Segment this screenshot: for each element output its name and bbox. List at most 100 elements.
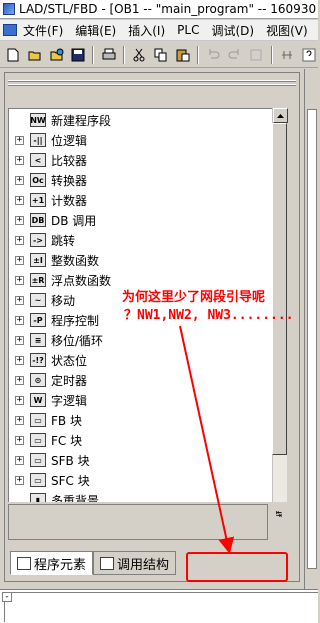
tree-item-label: 转换器 (51, 173, 88, 188)
tree-item[interactable]: + ±R 浮点数函数 (9, 270, 272, 290)
tree-item-label: DB 调用 (51, 213, 97, 228)
expand-icon[interactable]: + (15, 335, 24, 345)
expand-icon[interactable]: + (15, 135, 24, 145)
annotation-highlight-box (186, 552, 288, 582)
undo-button[interactable] (204, 45, 223, 64)
tree-item[interactable]: + -> 跳转 (9, 230, 272, 250)
collapse-icon[interactable]: - (2, 592, 12, 602)
menu-debug[interactable]: 调试(D) (205, 22, 260, 39)
element-type-icon: +1 (30, 193, 46, 207)
cut-icon (133, 48, 145, 61)
tree-item-label: 移动 (51, 293, 76, 308)
tree-item-label: 整数函数 (51, 253, 100, 268)
save-button[interactable] (69, 45, 88, 64)
toolbar-separator (270, 45, 273, 64)
expand-icon[interactable]: + (15, 435, 24, 445)
tree-item-label: 跳转 (51, 233, 76, 248)
help-button[interactable] (299, 45, 318, 64)
redo-button[interactable] (225, 45, 244, 64)
open-online-button[interactable] (47, 45, 66, 64)
tree-item[interactable]: + < 比较器 (9, 150, 272, 170)
expand-icon[interactable]: + (15, 255, 24, 265)
copy-button[interactable] (152, 45, 171, 64)
arrow-up-icon (277, 113, 284, 118)
tree-item[interactable]: + DB DB 调用 (9, 210, 272, 230)
paste-button[interactable] (173, 45, 192, 64)
expand-icon[interactable]: + (15, 375, 24, 385)
tree-item-label: 浮点数函数 (51, 273, 112, 288)
blank-button[interactable] (247, 45, 266, 64)
tree-item[interactable]: + Oc 转换器 (9, 170, 272, 190)
new-button[interactable] (4, 45, 23, 64)
tree-item[interactable]: + ▭ FC 块 (9, 430, 272, 450)
document-system-menu-icon[interactable] (3, 24, 17, 36)
tree-item[interactable]: + ≡ 移位/循环 (9, 330, 272, 350)
expand-icon[interactable]: + (15, 155, 24, 165)
tab-program-elements[interactable]: 程序元素 (10, 551, 94, 575)
tree-item[interactable]: + ⊙ 定时器 (9, 370, 272, 390)
call-structure-icon (100, 556, 115, 570)
expand-icon[interactable]: + (15, 215, 24, 225)
expand-icon[interactable]: + (15, 455, 24, 465)
tree-item[interactable]: + ▭ SFB 块 (9, 450, 272, 470)
tree-item[interactable]: + +1 计数器 (9, 190, 272, 210)
element-type-icon: Oc (30, 173, 46, 187)
toolbar-separator (92, 45, 95, 64)
tree-item[interactable]: + -!? 状态位 (9, 350, 272, 370)
expand-icon[interactable]: + (15, 315, 24, 325)
menu-plc[interactable]: PLC (171, 23, 205, 37)
new-icon (7, 48, 19, 61)
menu-view[interactable]: 视图(V) (260, 22, 314, 39)
open-button[interactable] (26, 45, 45, 64)
tree-item-label: 计数器 (51, 193, 88, 208)
element-type-icon: ▭ (30, 413, 46, 427)
expand-icon[interactable]: + (15, 295, 24, 305)
cut-button[interactable] (130, 45, 149, 64)
tree-item[interactable]: ▮ 多重背景 (9, 490, 272, 502)
tree-item-label: SFC 块 (51, 473, 90, 488)
network-button[interactable] (278, 45, 297, 64)
element-type-icon: DB (30, 213, 46, 227)
tree-item[interactable]: + ▭ FB 块 (9, 410, 272, 430)
tree-item-label: FB 块 (51, 413, 82, 428)
expand-icon[interactable]: + (15, 475, 24, 485)
expand-icon[interactable]: + (15, 355, 24, 365)
panel-toggle-icon[interactable]: ↹ (270, 504, 288, 524)
scroll-up-button[interactable] (273, 108, 288, 123)
element-info-panel (8, 504, 268, 540)
element-type-icon: -|| (30, 133, 46, 147)
tree-item-label: 状态位 (51, 353, 88, 368)
paste-icon (176, 49, 190, 61)
tree-item[interactable]: + W 字逻辑 (9, 390, 272, 410)
tab-label: 调用结构 (117, 557, 170, 573)
expand-icon[interactable]: + (15, 395, 24, 405)
expand-icon[interactable]: + (15, 275, 24, 285)
element-type-icon: -P (30, 313, 46, 327)
menu-file[interactable]: 文件(F) (17, 22, 69, 39)
expand-icon[interactable]: + (15, 235, 24, 245)
tree-item-label: 多重背景 (51, 493, 100, 503)
tree-item[interactable]: + ▭ SFC 块 (9, 470, 272, 490)
tab-call-structure[interactable]: 调用结构 (93, 551, 177, 575)
tree-item-label: 字逻辑 (51, 393, 88, 408)
expand-icon[interactable]: + (15, 195, 24, 205)
expand-icon[interactable]: + (15, 175, 24, 185)
tree-item-label: SFB 块 (51, 453, 90, 468)
tree-item[interactable]: + ±I 整数函数 (9, 250, 272, 270)
tree-item[interactable]: NW 新建程序段 (9, 110, 272, 130)
undo-icon (209, 48, 220, 58)
menu-edit[interactable]: 编辑(E) (69, 22, 122, 39)
tree-item-label: 移位/循环 (51, 333, 104, 348)
menu-insert[interactable]: 插入(I) (122, 22, 171, 39)
print-button[interactable] (99, 45, 118, 64)
program-elements-icon (17, 556, 31, 570)
tree-item[interactable]: + -|| 位逻辑 (9, 130, 272, 150)
redo-icon (228, 48, 239, 58)
editor-edge (304, 69, 318, 589)
blank-icon (250, 49, 262, 60)
tree-item-label: FC 块 (51, 433, 83, 448)
expand-icon[interactable]: + (15, 415, 24, 425)
element-type-icon: -> (30, 233, 46, 247)
panel-grip[interactable] (8, 78, 296, 88)
element-type-icon: ▭ (30, 473, 46, 487)
